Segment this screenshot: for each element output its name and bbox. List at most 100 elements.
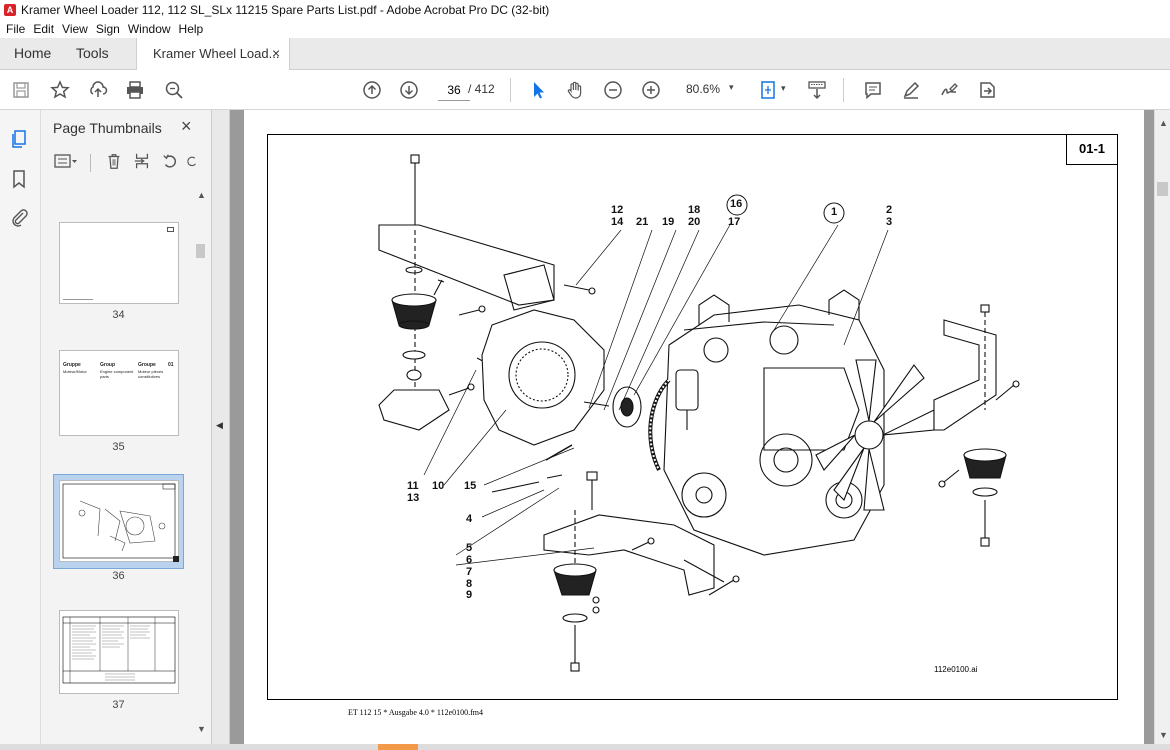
- zoom-out-icon[interactable]: [601, 78, 625, 102]
- page-thumbnails-icon[interactable]: [8, 128, 30, 150]
- menu-sign[interactable]: Sign: [96, 22, 120, 36]
- menu-view[interactable]: View: [62, 22, 88, 36]
- scroll-down-icon[interactable]: ▼: [1159, 730, 1168, 740]
- page-total: / 412: [468, 82, 495, 96]
- left-rail: [0, 110, 41, 750]
- rotate-right-icon[interactable]: [185, 150, 199, 172]
- thumb-sub2: Engine component parts: [100, 369, 134, 379]
- save-icon[interactable]: [9, 78, 33, 102]
- tab-tools[interactable]: Tools: [76, 38, 109, 69]
- menu-edit[interactable]: Edit: [33, 22, 54, 36]
- thumb-col1: Gruppe: [63, 362, 81, 368]
- thumb-corner-marker: [173, 556, 179, 562]
- fit-page-icon[interactable]: [757, 78, 781, 102]
- main-toolbar: / 412 80.6% ▾ ▾: [0, 70, 1170, 110]
- tab-bar: Home Tools Kramer Wheel Load... ×: [0, 38, 1170, 70]
- delete-icon[interactable]: [103, 150, 125, 172]
- toolbar-divider-2: [843, 78, 844, 102]
- menu-file[interactable]: File: [6, 22, 25, 36]
- callout-1: 1: [831, 206, 838, 218]
- tab-home[interactable]: Home: [14, 38, 51, 69]
- previous-page-icon[interactable]: [360, 78, 384, 102]
- callout-3: 3: [886, 216, 893, 228]
- tab-document[interactable]: Kramer Wheel Load... ×: [136, 38, 290, 70]
- next-page-icon[interactable]: [397, 78, 421, 102]
- page-footer: ET 112 15 * Ausgabe 4.0 * 112e0100.fm4: [348, 708, 484, 717]
- thumbnail-page-35[interactable]: Gruppe Group Groupe 01 Moteur/Motor Engi…: [59, 350, 179, 436]
- acrobat-icon: A: [4, 4, 16, 16]
- callout-13: 13: [407, 492, 420, 504]
- bookmark-icon[interactable]: [8, 168, 30, 190]
- chevron-down-icon[interactable]: ▾: [729, 82, 734, 93]
- zoom-level[interactable]: 80.6%: [686, 82, 720, 96]
- status-strip-accent: [378, 744, 418, 750]
- scroll-up-icon[interactable]: ▲: [197, 190, 206, 200]
- thumbnail-label: 36: [112, 570, 125, 582]
- pdf-page: 01-1 12 14 21 19 18 20 16 17 1 2 3 11 13…: [244, 110, 1144, 750]
- options-menu-icon[interactable]: [51, 150, 81, 172]
- panel-scroll-thumb[interactable]: [196, 244, 205, 258]
- highlight-pen-icon[interactable]: [899, 78, 923, 102]
- rotate-left-icon[interactable]: [159, 150, 181, 172]
- attachment-icon[interactable]: [8, 206, 30, 228]
- thumb-num: 01: [168, 362, 174, 368]
- zoom-search-icon[interactable]: [162, 78, 186, 102]
- share-icon[interactable]: [975, 78, 999, 102]
- callout-6: 6: [466, 554, 473, 566]
- insert-page-icon[interactable]: [131, 150, 153, 172]
- panel-scrollbar[interactable]: ▲ ▼: [194, 190, 207, 750]
- callout-12: 12: [611, 204, 624, 216]
- select-cursor-icon[interactable]: [526, 78, 550, 102]
- fit-chevron-down-icon[interactable]: ▾: [781, 83, 786, 94]
- hand-tool-icon[interactable]: [563, 78, 587, 102]
- callout-4: 4: [466, 513, 473, 525]
- comment-icon[interactable]: [861, 78, 885, 102]
- callout-7: 7: [466, 566, 473, 578]
- document-scroll-thumb[interactable]: [1157, 182, 1168, 196]
- callout-9: 9: [466, 589, 473, 601]
- title-bar: A Kramer Wheel Loader 112, 112 SL_SLx 11…: [0, 0, 1170, 20]
- thumbnails-panel: Page Thumbnails × 34 Gruppe Group Groupe…: [41, 110, 212, 750]
- sign-icon[interactable]: [937, 78, 961, 102]
- thumbnail-label: 35: [112, 441, 125, 453]
- page-number-input[interactable]: [438, 80, 470, 101]
- thumb-sub1: Moteur/Motor: [63, 369, 87, 374]
- tab-close-icon[interactable]: ×: [272, 38, 280, 69]
- panel-collapse-handle[interactable]: ◀: [212, 110, 230, 750]
- thumb-drawing: [62, 483, 176, 559]
- scroll-down-icon[interactable]: ▼: [197, 724, 206, 734]
- panel-close-icon[interactable]: ×: [181, 116, 192, 137]
- collapse-arrow-icon[interactable]: ◀: [216, 420, 223, 431]
- status-strip: [0, 744, 1170, 750]
- thumb-col2: Group: [100, 362, 115, 368]
- toolbar-divider: [510, 78, 511, 102]
- thumbnail-page-37[interactable]: [59, 610, 179, 694]
- document-scrollbar[interactable]: ▲ ▼: [1154, 110, 1170, 750]
- menu-help[interactable]: Help: [179, 22, 204, 36]
- callout-18: 18: [688, 204, 701, 216]
- callout-16: 16: [730, 198, 743, 210]
- thumbnail-page-34[interactable]: [59, 222, 179, 304]
- panel-title: Page Thumbnails: [53, 120, 162, 136]
- callout-10: 10: [432, 480, 445, 492]
- scroll-up-icon[interactable]: ▲: [1159, 118, 1168, 128]
- callout-17: 17: [728, 216, 741, 228]
- thumb-sub3: Moteur pièces constitutives: [138, 369, 164, 379]
- callout-15: 15: [464, 480, 477, 492]
- callout-21: 21: [636, 216, 649, 228]
- scroll-mode-icon[interactable]: [805, 78, 829, 102]
- thumb-table: [62, 616, 176, 684]
- print-icon[interactable]: [123, 78, 147, 102]
- cloud-upload-icon[interactable]: [86, 78, 110, 102]
- callout-11: 11: [407, 480, 419, 492]
- callout-19: 19: [662, 216, 675, 228]
- drawing-file-name: 112e0100.ai: [934, 665, 978, 674]
- star-icon[interactable]: [48, 78, 72, 102]
- callout-5: 5: [466, 542, 473, 554]
- thumb-footer-line: [63, 299, 93, 300]
- thumbnail-page-36[interactable]: [59, 480, 179, 562]
- window-title: Kramer Wheel Loader 112, 112 SL_SLx 1121…: [21, 3, 550, 17]
- zoom-in-icon[interactable]: [639, 78, 663, 102]
- menu-window[interactable]: Window: [128, 22, 171, 36]
- tab-document-label: Kramer Wheel Load...: [153, 46, 280, 61]
